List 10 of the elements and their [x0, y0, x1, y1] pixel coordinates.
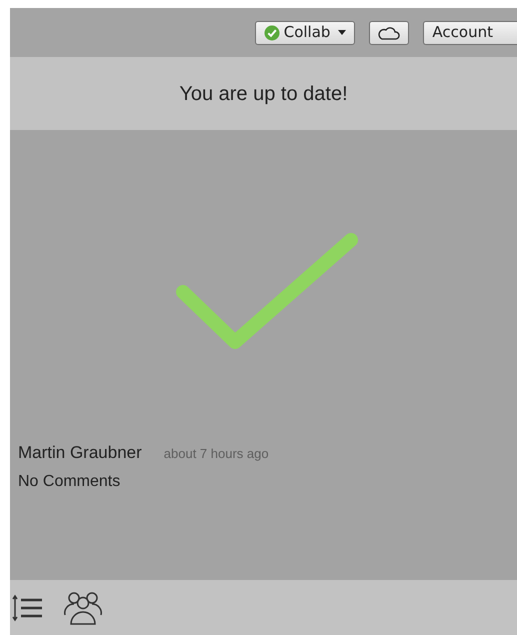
collab-dropdown-button[interactable]: Collab: [254, 20, 356, 44]
list-icon[interactable]: [12, 594, 44, 622]
status-message: You are up to date!: [179, 82, 348, 106]
caret-icon: [338, 30, 346, 35]
author-name: Martin Graubner: [18, 442, 142, 464]
timestamp: about 7 hours ago: [164, 445, 269, 463]
cloud-icon: [378, 26, 400, 40]
comments-text: No Comments: [18, 472, 122, 492]
cloud-button[interactable]: [369, 20, 410, 44]
account-button[interactable]: Account: [423, 20, 517, 44]
